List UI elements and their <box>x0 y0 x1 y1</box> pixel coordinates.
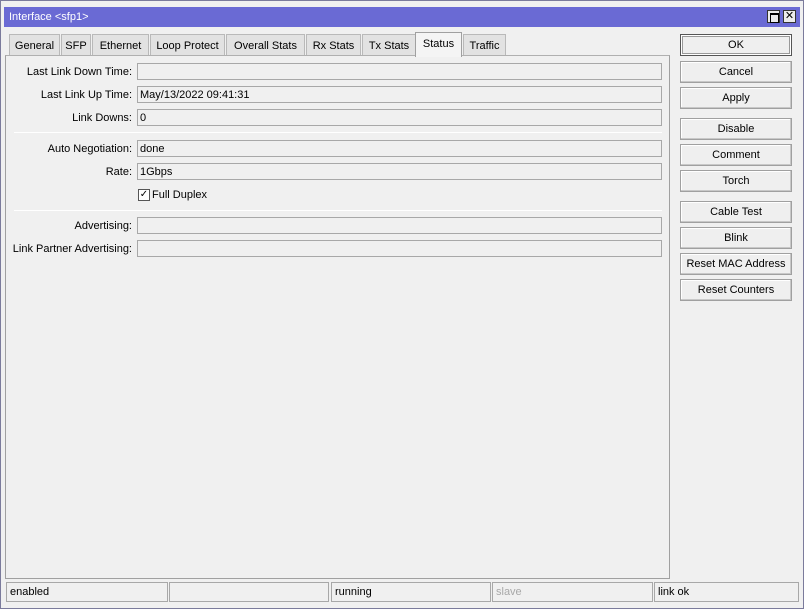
rate-field[interactable]: 1Gbps <box>137 163 662 180</box>
separator <box>14 210 662 211</box>
advertising-label: Advertising: <box>74 220 132 232</box>
close-icon[interactable]: ✕ <box>783 10 796 23</box>
status-link-ok: link ok <box>654 582 799 602</box>
status-panel <box>5 55 670 579</box>
tab-traffic[interactable]: Traffic <box>463 34 506 56</box>
ok-button[interactable]: OK <box>680 34 792 56</box>
last-link-down-time-field[interactable] <box>137 63 662 80</box>
reset-mac-address-button[interactable]: Reset MAC Address <box>680 253 792 275</box>
status-enabled: enabled <box>6 582 168 602</box>
cable-test-button[interactable]: Cable Test <box>680 201 792 223</box>
status-slave: slave <box>492 582 653 602</box>
tab-sfp[interactable]: SFP <box>61 34 91 56</box>
title-bar[interactable]: Interface <sfp1> ✕ <box>4 7 800 27</box>
status-empty <box>169 582 329 602</box>
last-link-up-time-label: Last Link Up Time: <box>40 89 132 101</box>
torch-button[interactable]: Torch <box>680 170 792 192</box>
link-downs-field[interactable]: 0 <box>137 109 662 126</box>
tab-overall-stats[interactable]: Overall Stats <box>226 34 305 56</box>
tab-tx-stats[interactable]: Tx Stats <box>362 34 416 56</box>
apply-button[interactable]: Apply <box>680 87 792 109</box>
rate-label: Rate: <box>105 166 132 178</box>
last-link-down-time-label: Last Link Down Time: <box>26 66 132 78</box>
blink-button[interactable]: Blink <box>680 227 792 249</box>
tab-general[interactable]: General <box>9 34 60 56</box>
separator <box>14 132 662 133</box>
link-partner-advertising-label: Link Partner Advertising: <box>12 243 132 255</box>
auto-negotiation-field[interactable]: done <box>137 140 662 157</box>
tab-loop-protect[interactable]: Loop Protect <box>150 34 225 56</box>
full-duplex-checkbox[interactable]: ✓ <box>138 189 150 201</box>
disable-button[interactable]: Disable <box>680 118 792 140</box>
link-partner-advertising-field[interactable] <box>137 240 662 257</box>
tab-ethernet[interactable]: Ethernet <box>92 34 149 56</box>
last-link-up-time-field[interactable]: May/13/2022 09:41:31 <box>137 86 662 103</box>
full-duplex-label: Full Duplex <box>152 189 208 201</box>
cancel-button[interactable]: Cancel <box>680 61 792 83</box>
advertising-field[interactable] <box>137 217 662 234</box>
maximize-icon[interactable] <box>767 10 780 23</box>
window-title: Interface <sfp1> <box>9 11 89 23</box>
comment-button[interactable]: Comment <box>680 144 792 166</box>
reset-counters-button[interactable]: Reset Counters <box>680 279 792 301</box>
auto-negotiation-label: Auto Negotiation: <box>47 143 132 155</box>
tab-rx-stats[interactable]: Rx Stats <box>306 34 361 56</box>
link-downs-label: Link Downs: <box>72 112 132 124</box>
interface-window: Interface <sfp1> ✕ General SFP Ethernet … <box>0 0 804 609</box>
status-running: running <box>331 582 491 602</box>
tab-status[interactable]: Status <box>415 32 462 57</box>
